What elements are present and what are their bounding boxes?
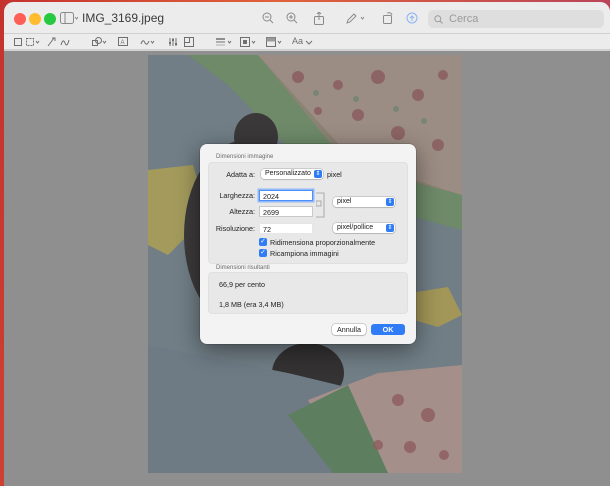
zoom-out-icon[interactable] [262, 10, 274, 26]
chevron-updown-icon: ⇕ [386, 198, 394, 206]
sketch-icon[interactable] [60, 35, 70, 48]
resolution-field[interactable]: 72 [259, 223, 313, 234]
width-field[interactable]: 2024 [259, 190, 313, 201]
size-unit-value: pixel [337, 198, 352, 205]
fit-into-select[interactable]: Personalizzato ⇕ [261, 169, 323, 179]
resolution-unit-select[interactable]: pixel/pollice ⇕ [333, 223, 395, 233]
text-style-button[interactable]: Aa [292, 35, 313, 48]
resulting-size-heading: Dimensioni risultanti [216, 265, 270, 271]
instant-alpha-icon[interactable] [46, 35, 56, 48]
adjust-size-dialog: Dimensioni immagine Adatta a: Personaliz… [200, 144, 416, 344]
height-field[interactable]: 2699 [259, 206, 313, 217]
rotate-icon[interactable] [382, 10, 394, 26]
text-box-icon[interactable]: A [118, 35, 128, 48]
zoom-window-button[interactable] [44, 13, 56, 25]
close-window-button[interactable] [14, 13, 26, 25]
adjust-size-icon[interactable] [184, 35, 194, 48]
lock-bracket-icon [316, 192, 325, 218]
chevron-updown-icon: ⇕ [314, 170, 322, 178]
image-dimensions-heading: Dimensioni immagine [216, 154, 274, 160]
resample-checkbox[interactable]: ✓ [259, 249, 267, 257]
rect-selection-icon[interactable] [26, 35, 40, 48]
shapes-icon[interactable] [92, 35, 108, 48]
markup-toolbar: A Aa [4, 34, 610, 50]
svg-text:A: A [121, 40, 125, 46]
adjust-color-icon[interactable] [168, 35, 178, 48]
text-style-label: Aa [292, 36, 304, 46]
width-label: Larghezza: [219, 191, 255, 200]
chevron-updown-icon: ⇕ [386, 224, 394, 232]
image-dimensions-box: Adatta a: Personalizzato ⇕ pixel Larghez… [208, 162, 408, 264]
markup-toolbar-icon[interactable] [406, 10, 418, 26]
search-input[interactable]: Cerca [428, 10, 604, 28]
border-color-icon[interactable] [240, 35, 258, 48]
scale-proportionally-checkbox[interactable]: ✓ [259, 238, 267, 246]
result-file-size: 1,8 MB (era 3,4 MB) [219, 300, 284, 309]
shape-style-icon[interactable] [216, 35, 234, 48]
minimize-window-button[interactable] [29, 13, 41, 25]
fill-color-icon[interactable] [266, 35, 284, 48]
resample-label: Ricampiona immagini [270, 249, 339, 258]
markup-pen-icon[interactable] [346, 10, 366, 26]
ok-button[interactable]: OK [371, 324, 405, 335]
sidebar-icon[interactable] [60, 10, 78, 26]
result-percent: 66,9 per cento [219, 280, 265, 289]
share-icon[interactable] [314, 10, 324, 26]
fit-into-label: Adatta a: [226, 170, 255, 179]
resolution-unit-value: pixel/pollice [337, 224, 374, 231]
title-bar: IMG_3169.jpeg Cerca [4, 2, 610, 34]
cancel-button[interactable]: Annulla [332, 324, 366, 335]
search-icon [434, 14, 443, 24]
fit-into-value: Personalizzato [265, 170, 311, 177]
text-selection-icon[interactable] [14, 35, 22, 48]
resulting-size-box: 66,9 per cento 1,8 MB (era 3,4 MB) [208, 272, 408, 314]
sign-icon[interactable] [140, 35, 156, 48]
resolution-label: Risoluzione: [215, 224, 255, 233]
size-unit-select[interactable]: pixel ⇕ [333, 197, 395, 207]
scale-proportionally-label: Ridimensiona proporzionalmente [270, 238, 376, 247]
zoom-in-icon[interactable] [286, 10, 298, 26]
fit-into-unit: pixel [327, 170, 342, 179]
window-title: IMG_3169.jpeg [82, 11, 165, 25]
preview-window: IMG_3169.jpeg Cerca A Aa Dimensioni imma… [4, 2, 610, 486]
search-placeholder: Cerca [449, 13, 479, 25]
height-label: Altezza: [229, 207, 255, 216]
